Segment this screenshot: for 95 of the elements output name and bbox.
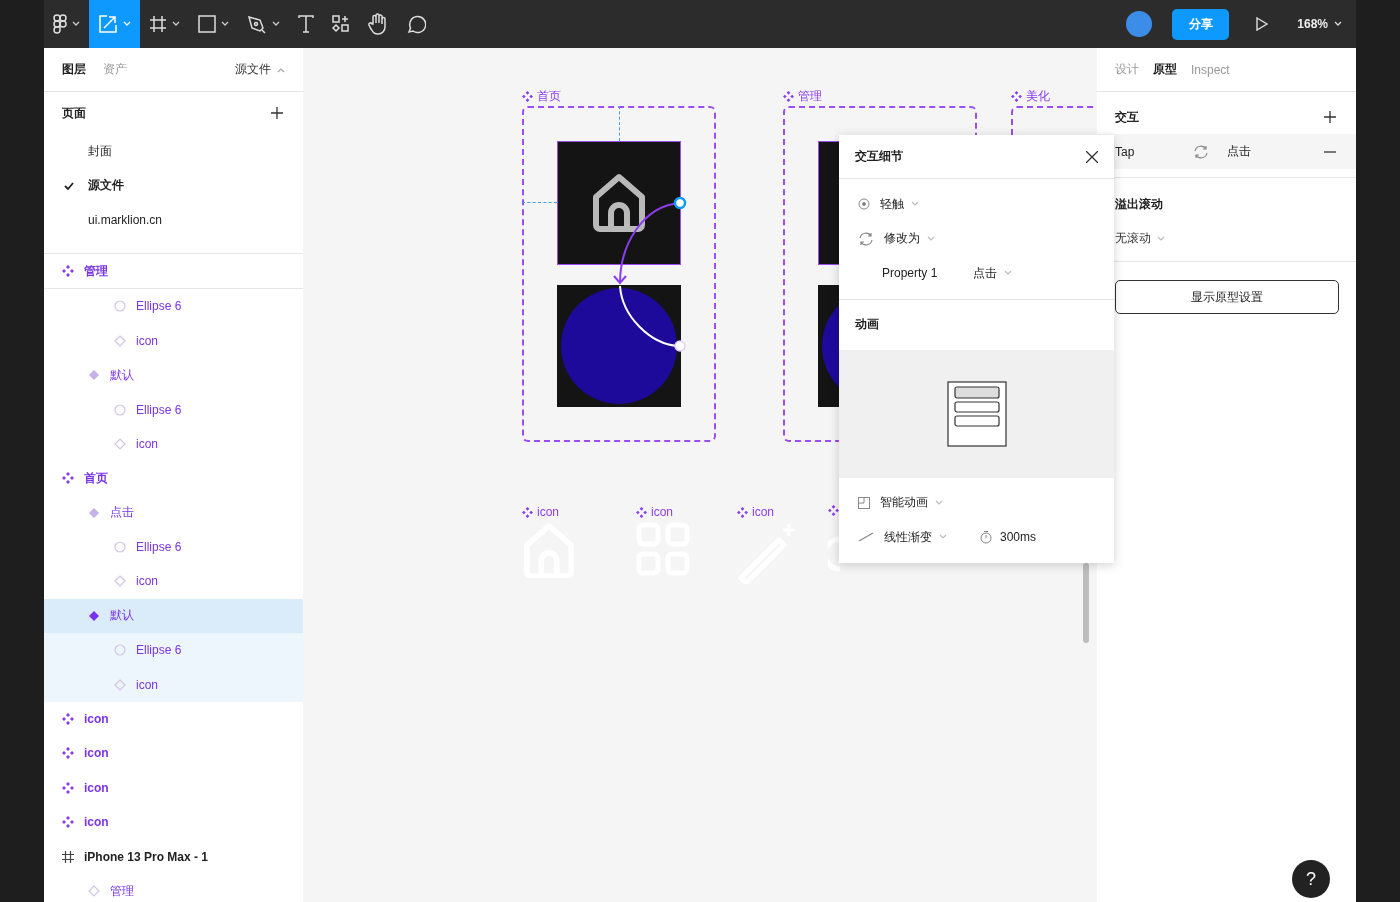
component-icon — [62, 472, 74, 485]
sync-icon — [858, 231, 874, 246]
plus-icon[interactable] — [1324, 111, 1336, 123]
section-title: 页面 — [62, 104, 86, 122]
page-item[interactable]: ui.marklion.cn — [44, 202, 303, 238]
plus-icon[interactable] — [271, 107, 283, 119]
panel-tab[interactable]: 图层 — [62, 61, 86, 78]
component-label[interactable]: icon — [651, 505, 673, 519]
comment-icon — [406, 14, 426, 34]
property-label: Property 1 — [882, 266, 938, 281]
prototype-settings-button[interactable]: 显示原型设置 — [1115, 280, 1339, 314]
guide-line — [522, 202, 557, 203]
tap-icon — [858, 198, 870, 211]
component-label[interactable]: icon — [537, 505, 559, 519]
layer-item[interactable]: Ellipse 6 — [44, 633, 303, 668]
trigger-label: Tap — [1115, 144, 1136, 159]
component-icon — [62, 747, 74, 760]
diamond-icon — [88, 506, 100, 519]
pen-icon — [247, 14, 267, 34]
zoom-dropdown[interactable]: 168% — [1297, 17, 1342, 31]
animation-dropdown[interactable]: 智能动画 — [880, 494, 943, 512]
prototype-connector[interactable] — [613, 196, 687, 352]
scale-icon — [98, 14, 118, 34]
ellipse-icon — [114, 541, 126, 554]
caret-icon — [1004, 270, 1013, 277]
ellipse-icon — [114, 644, 126, 657]
component-icon — [522, 91, 533, 102]
layer-item[interactable]: 默认 — [44, 598, 303, 634]
interaction-row[interactable]: Tap 点击 — [1097, 134, 1356, 169]
page-item[interactable]: 封面 — [44, 134, 303, 169]
logo-icon — [53, 14, 67, 34]
popup-title: 交互细节 — [855, 148, 903, 165]
component-icon — [62, 816, 74, 829]
home-icon — [591, 173, 647, 233]
component-icon — [828, 505, 839, 516]
guide-line — [619, 106, 620, 141]
text-tool-icon — [298, 15, 314, 33]
action-dropdown[interactable]: 修改为 — [884, 230, 935, 248]
caret-icon — [1157, 235, 1165, 242]
component-label[interactable]: icon — [752, 505, 774, 519]
caret-icon — [1334, 21, 1342, 27]
diamond-outline-icon — [114, 437, 126, 450]
easing-dropdown[interactable]: 线性渐变 — [884, 528, 970, 546]
duration-field[interactable]: 300ms — [1000, 530, 1037, 545]
caret-icon — [939, 534, 947, 541]
ellipse-icon — [114, 403, 126, 416]
frame-label[interactable]: 管理 — [783, 88, 822, 105]
help-button[interactable]: ? — [1292, 860, 1330, 898]
action-label: 点击 — [1227, 143, 1251, 160]
rectangle-icon — [198, 15, 216, 33]
caret-icon — [277, 66, 285, 73]
property-dropdown[interactable]: 点击 — [973, 264, 1013, 282]
diamond-outline-icon — [114, 334, 126, 347]
diamond-outline-icon — [114, 575, 126, 588]
layer-item[interactable]: icon — [44, 667, 303, 702]
screen-preview-drawing — [946, 380, 1007, 447]
component-icon — [522, 506, 533, 518]
timer-icon — [980, 530, 992, 544]
diamond-outline-icon — [114, 678, 126, 691]
diamond-outline-icon — [88, 885, 100, 897]
section-title: 溢出滚动 — [1114, 195, 1164, 213]
component-icon — [636, 506, 647, 518]
component-icon — [62, 713, 74, 726]
caret-icon — [911, 201, 919, 208]
components-icon — [332, 15, 350, 33]
minus-icon[interactable] — [1324, 150, 1336, 153]
page-item[interactable]: 源文件 — [44, 168, 303, 203]
ellipse-icon — [114, 300, 126, 313]
frame-icon — [149, 15, 167, 33]
caret-icon — [935, 499, 943, 506]
sync-icon — [1193, 144, 1209, 159]
caret-icon — [927, 235, 935, 242]
component-frame[interactable] — [522, 106, 716, 442]
scrollbar[interactable] — [1083, 563, 1089, 643]
overflow-dropdown[interactable]: 无滚动 — [1097, 230, 1356, 247]
avatar[interactable] — [1126, 11, 1153, 37]
component-icon — [62, 781, 74, 794]
frame-label[interactable]: 首页 — [522, 88, 561, 105]
smart-animate-icon — [858, 496, 870, 509]
frame-icon — [62, 850, 74, 863]
play-icon[interactable] — [1255, 16, 1270, 32]
close-icon[interactable] — [1086, 150, 1098, 163]
section-title: 交互 — [1115, 108, 1139, 126]
panel-tab[interactable]: 原型 — [1153, 61, 1177, 78]
diamond-icon — [88, 609, 100, 622]
easing-line-icon — [858, 532, 874, 543]
component-icon — [1011, 91, 1022, 102]
hand-icon — [368, 13, 388, 35]
page-dropdown[interactable]: 源文件 — [235, 61, 285, 78]
component-icon — [737, 506, 748, 518]
component-icon — [783, 91, 794, 102]
frame-label[interactable]: 美化 — [1011, 88, 1050, 105]
diamond-icon — [88, 369, 100, 382]
component-icon — [62, 265, 74, 278]
trigger-dropdown[interactable]: 轻触 — [880, 195, 919, 213]
